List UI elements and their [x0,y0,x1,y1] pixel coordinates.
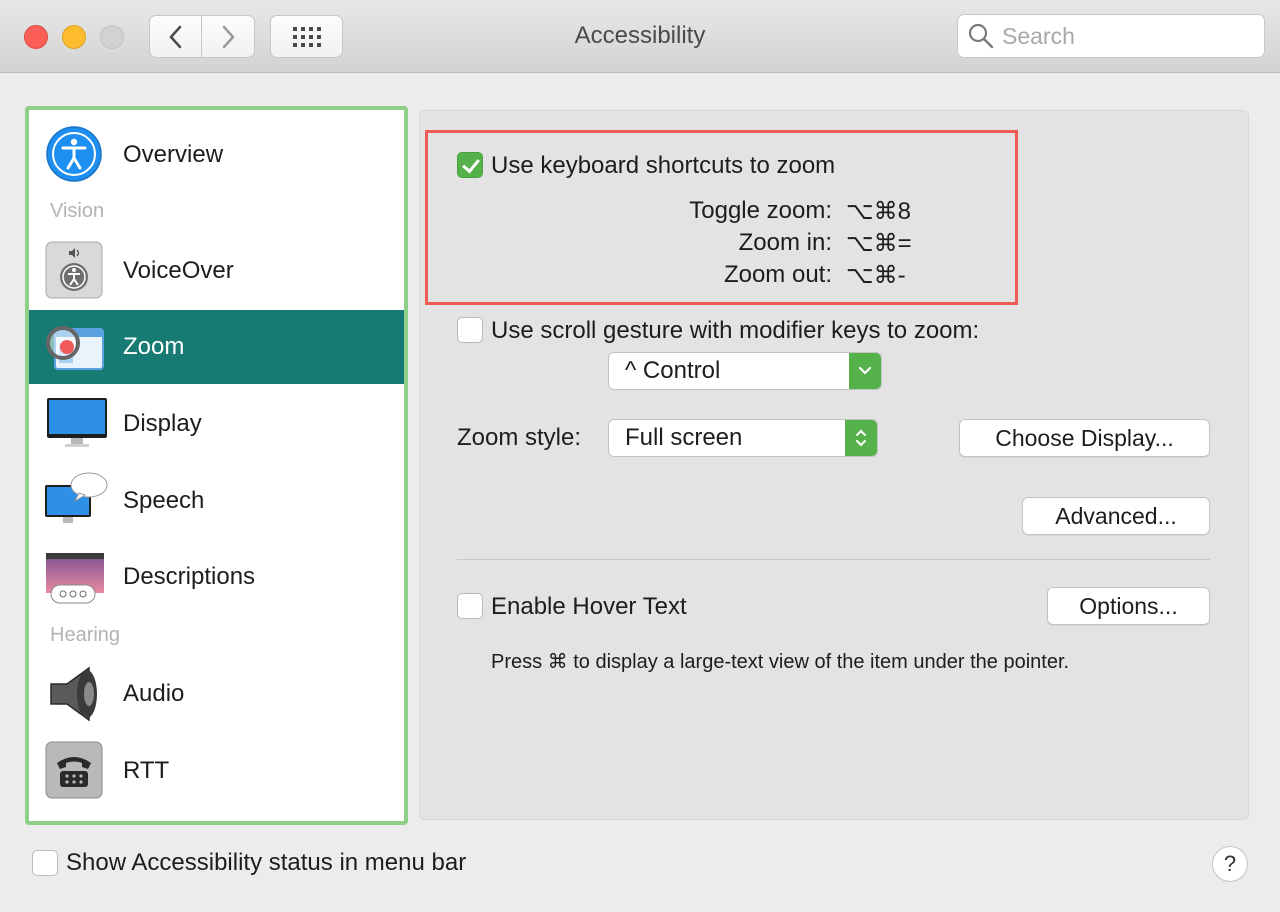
shortcut-toggle-keys: ⌥⌘8 [846,198,912,225]
shortcut-zoom-out-keys: ⌥⌘- [846,262,906,289]
sidebar-item-zoom[interactable]: Zoom [29,310,404,384]
sidebar-item-label: Overview [123,141,224,168]
search-placeholder: Search [1002,22,1075,49]
sidebar-item-audio[interactable]: Audio [29,657,404,731]
monitor-icon [45,394,107,454]
up-down-chevron-icon [845,420,877,456]
chevron-down-icon [849,353,881,389]
speech-bubble-monitor-icon [45,471,108,531]
scroll-gesture-label: Use scroll gesture with modifier keys to… [491,317,980,344]
zoom-magnifier-icon [45,317,105,377]
keyboard-shortcuts-label: Use keyboard shortcuts to zoom [491,152,836,179]
shortcut-toggle-label: Toggle zoom: [689,197,832,224]
section-divider [457,559,1210,560]
speaker-icon [45,664,105,724]
choose-display-button[interactable]: Choose Display... [959,419,1210,457]
sidebar-item-label: Descriptions [123,563,256,590]
modifier-key-value: ^ Control [625,357,721,384]
sidebar-item-label: Display [123,410,202,437]
sidebar-item-label: Audio [123,680,185,707]
sidebar-item-display[interactable]: Display [29,387,404,461]
sidebar-item-descriptions[interactable]: Descriptions [29,540,404,614]
modifier-key-popup[interactable]: ^ Control [608,352,882,390]
status-menu-label: Show Accessibility status in menu bar [66,849,467,876]
hover-text-checkbox[interactable] [457,593,483,619]
sidebar-item-overview[interactable]: Overview [29,118,404,192]
sidebar-group-vision: Vision [50,200,105,222]
sidebar-item-rtt[interactable]: RTT [29,734,404,808]
status-menu-checkbox[interactable] [32,850,58,876]
descriptions-icon [45,547,105,607]
shortcut-zoom-in-label: Zoom in: [738,229,832,256]
sidebar-item-label: RTT [123,757,170,784]
voiceover-icon [45,241,105,301]
hover-text-options-button[interactable]: Options... [1047,587,1210,625]
hover-text-hint: Press ⌘ to display a large-text view of … [491,651,1070,673]
scroll-gesture-checkbox[interactable] [457,317,483,343]
accessibility-figure-icon [45,125,105,185]
sidebar-item-speech[interactable]: Speech [29,464,404,538]
sidebar-item-voiceover[interactable]: VoiceOver [29,234,404,308]
keyboard-shortcuts-checkbox[interactable] [457,152,483,178]
zoom-style-label: Zoom style: [457,424,582,451]
sidebar: Overview Vision VoiceOver Zoom Display S… [25,106,408,825]
title-bar: Accessibility Search [0,0,1280,73]
search-field[interactable]: Search [957,14,1265,58]
telephone-icon [45,741,105,801]
sidebar-item-label: VoiceOver [123,257,234,284]
help-button[interactable]: ? [1212,846,1248,882]
zoom-style-value: Full screen [625,424,743,451]
zoom-style-popup[interactable]: Full screen [608,419,878,457]
hover-text-label: Enable Hover Text [491,593,687,620]
sidebar-item-label: Zoom [123,333,185,360]
sidebar-item-label: Speech [123,487,205,514]
advanced-button[interactable]: Advanced... [1022,497,1210,535]
shortcut-zoom-in-keys: ⌥⌘= [846,230,912,257]
shortcut-zoom-out-label: Zoom out: [723,261,832,288]
question-mark-icon: ? [1223,851,1237,876]
sidebar-group-hearing: Hearing [50,624,121,646]
search-icon [968,23,994,49]
